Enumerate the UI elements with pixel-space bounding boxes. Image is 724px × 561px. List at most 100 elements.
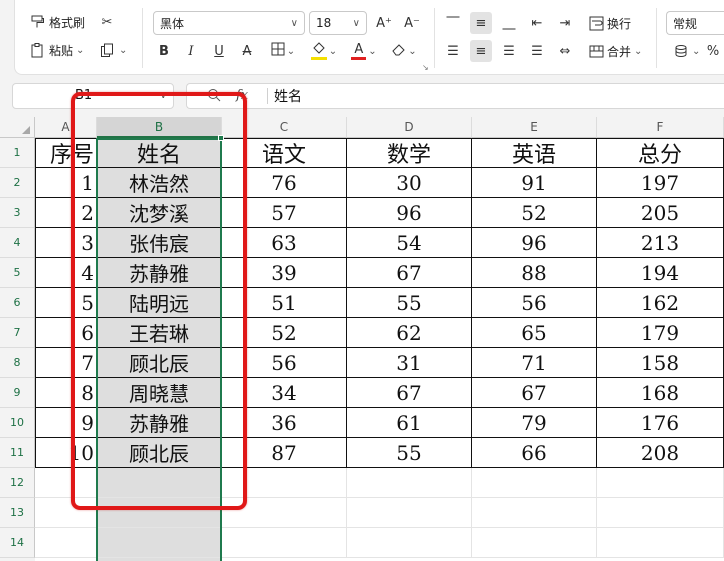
row-header[interactable]: 12	[0, 468, 35, 498]
align-right-button[interactable]: ☰	[498, 40, 520, 62]
value-cell[interactable]: 79	[472, 408, 597, 438]
value-cell[interactable]: 205	[597, 198, 724, 228]
cut-button[interactable]: ✂	[98, 11, 116, 33]
distribute-button[interactable]: ⇔	[554, 40, 576, 62]
empty-cell[interactable]	[597, 468, 724, 498]
font-size-dropdown[interactable]: 18 ∨	[309, 11, 367, 35]
value-cell[interactable]: 56	[472, 288, 597, 318]
header-cell[interactable]: 数学	[347, 138, 472, 168]
value-cell[interactable]: 55	[347, 288, 472, 318]
borders-icon	[271, 42, 285, 60]
row-header[interactable]: 3	[0, 198, 35, 228]
value-cell[interactable]: 54	[347, 228, 472, 258]
value-cell[interactable]: 96	[472, 228, 597, 258]
underline-button[interactable]: U	[208, 40, 230, 62]
row-header[interactable]: 9	[0, 378, 35, 408]
paste-button[interactable]: 粘贴 ⌄	[28, 39, 84, 61]
percent-icon: %	[706, 43, 720, 59]
fill-color-button[interactable]: ⌄	[308, 40, 340, 62]
value-cell[interactable]: 179	[597, 318, 724, 348]
empty-cell[interactable]	[347, 468, 472, 498]
row-header[interactable]: 11	[0, 438, 35, 468]
header-cell[interactable]: 总分	[597, 138, 724, 168]
row-header[interactable]: 6	[0, 288, 35, 318]
value-cell[interactable]: 208	[597, 438, 724, 468]
italic-button[interactable]: I	[180, 40, 202, 62]
empty-cell[interactable]	[35, 528, 97, 558]
value-cell[interactable]: 88	[472, 258, 597, 288]
value-cell[interactable]: 65	[472, 318, 597, 348]
column-header-d[interactable]: D	[347, 117, 472, 138]
row-header[interactable]: 2	[0, 168, 35, 198]
align-top-button[interactable]: ⎺	[442, 12, 464, 34]
font-color-button[interactable]: A ⌄	[349, 40, 379, 62]
value-cell[interactable]: 52	[472, 198, 597, 228]
grow-font-button[interactable]: A⁺	[373, 12, 395, 34]
empty-cell[interactable]	[472, 468, 597, 498]
value-cell[interactable]: 168	[597, 378, 724, 408]
clear-button[interactable]: ⌄	[388, 40, 420, 62]
row-header[interactable]: 4	[0, 228, 35, 258]
value-cell[interactable]: 71	[472, 348, 597, 378]
format-painter-button[interactable]: 格式刷	[28, 11, 85, 33]
value-cell[interactable]: 158	[597, 348, 724, 378]
number-format-dropdown[interactable]: 常规	[666, 11, 724, 35]
ribbon-divider	[434, 8, 435, 68]
align-left-button[interactable]: ☰	[442, 40, 464, 62]
value-cell[interactable]: 162	[597, 288, 724, 318]
wrap-text-button[interactable]: 换行	[587, 12, 631, 34]
row-header[interactable]: 5	[0, 258, 35, 288]
merge-label: 合并	[607, 44, 632, 59]
justify-button[interactable]: ☰	[526, 40, 548, 62]
row-header[interactable]: 14	[0, 528, 35, 558]
row-header[interactable]: 10	[0, 408, 35, 438]
value-cell[interactable]: 67	[347, 378, 472, 408]
currency-button[interactable]: ⌄	[672, 40, 700, 62]
header-cell[interactable]: 英语	[472, 138, 597, 168]
align-center-button[interactable]: ≡	[470, 40, 492, 62]
value-cell[interactable]: 62	[347, 318, 472, 348]
bold-button[interactable]: B	[153, 40, 175, 62]
value-cell[interactable]: 67	[472, 378, 597, 408]
row-header[interactable]: 13	[0, 498, 35, 528]
increase-indent-button[interactable]: ⇥	[554, 12, 576, 34]
strikethrough-button[interactable]: A	[236, 40, 258, 62]
column-header-e[interactable]: E	[472, 117, 597, 138]
align-middle-button[interactable]: ≡	[470, 12, 492, 34]
value-cell[interactable]: 194	[597, 258, 724, 288]
font-dialog-launcher[interactable]: ↘	[422, 63, 429, 72]
empty-cell[interactable]	[347, 498, 472, 528]
select-all-corner[interactable]	[0, 117, 35, 138]
font-name-dropdown[interactable]: 黑体 ∨	[153, 11, 305, 35]
empty-cell[interactable]	[472, 528, 597, 558]
value-cell[interactable]: 31	[347, 348, 472, 378]
row-header[interactable]: 8	[0, 348, 35, 378]
value-cell[interactable]: 55	[347, 438, 472, 468]
value-cell[interactable]: 67	[347, 258, 472, 288]
empty-cell[interactable]	[597, 498, 724, 528]
copy-button[interactable]: ⌄	[98, 39, 127, 61]
decrease-indent-button[interactable]: ⇤	[526, 12, 548, 34]
value-cell[interactable]: 66	[472, 438, 597, 468]
empty-cell[interactable]	[347, 528, 472, 558]
borders-button[interactable]: ⌄	[268, 40, 298, 62]
percent-button[interactable]: %	[702, 40, 724, 62]
row-header[interactable]: 1	[0, 138, 35, 168]
column-header-f[interactable]: F	[597, 117, 724, 138]
table-left-border	[35, 138, 36, 468]
value-cell[interactable]: 96	[347, 198, 472, 228]
empty-cell[interactable]	[222, 528, 347, 558]
value-cell[interactable]: 197	[597, 168, 724, 198]
empty-cell[interactable]	[472, 498, 597, 528]
align-bottom-button[interactable]: ⎽	[498, 12, 520, 34]
formula-input[interactable]: fx	[186, 83, 724, 109]
value-cell[interactable]: 176	[597, 408, 724, 438]
value-cell[interactable]: 30	[347, 168, 472, 198]
value-cell[interactable]: 91	[472, 168, 597, 198]
value-cell[interactable]: 61	[347, 408, 472, 438]
empty-cell[interactable]	[597, 528, 724, 558]
value-cell[interactable]: 213	[597, 228, 724, 258]
merge-button[interactable]: 合并 ⌄	[587, 40, 642, 62]
row-header[interactable]: 7	[0, 318, 35, 348]
shrink-font-button[interactable]: A⁻	[401, 12, 423, 34]
